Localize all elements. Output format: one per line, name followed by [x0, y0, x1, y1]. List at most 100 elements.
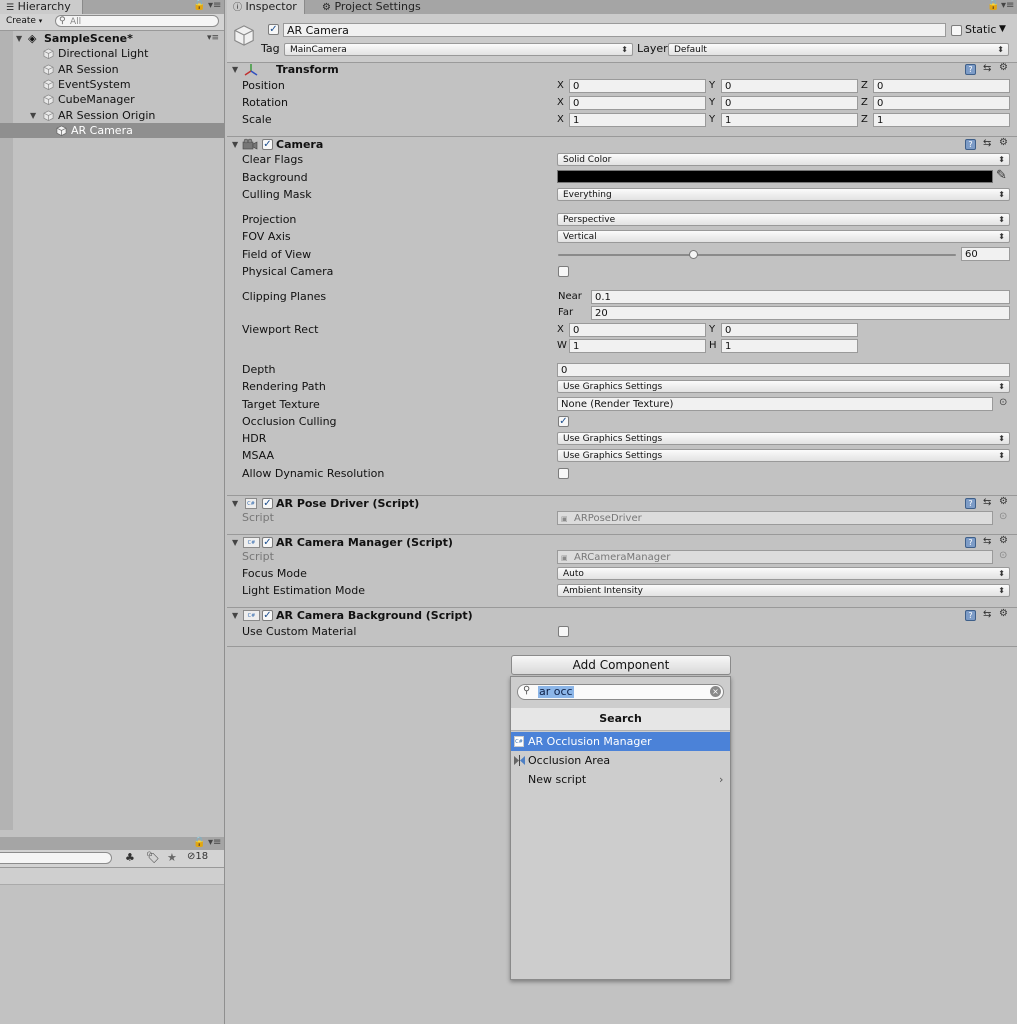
help-book-icon[interactable]: ? — [965, 139, 976, 150]
preset-sliders-icon[interactable]: ⇆ — [983, 138, 991, 149]
dynamic-resolution-checkbox[interactable] — [558, 468, 569, 479]
foldout-triangle-icon[interactable]: ▼ — [232, 499, 238, 508]
project-search-input[interactable] — [0, 852, 112, 864]
foldout-triangle-icon[interactable]: ▼ — [232, 538, 238, 547]
panel-menu-icon[interactable]: ▾≡ — [1001, 0, 1014, 11]
preset-sliders-icon[interactable]: ⇆ — [983, 609, 991, 620]
position-z-field[interactable]: 0 — [873, 79, 1010, 93]
label-tag-icon[interactable]: 🏷 — [146, 851, 160, 864]
component-gear-icon[interactable]: ⚙ — [999, 137, 1008, 148]
ar-pose-driver-enabled-checkbox[interactable]: ✓ — [262, 498, 273, 509]
focus-mode-dropdown[interactable]: Auto ⬍ — [557, 567, 1010, 580]
preset-sliders-icon[interactable]: ⇆ — [983, 536, 991, 547]
component-gear-icon[interactable]: ⚙ — [999, 62, 1008, 73]
tag-dropdown[interactable]: MainCamera ⬍ — [284, 43, 633, 56]
result-new-script[interactable]: New script › — [511, 770, 730, 789]
occlusion-culling-checkbox[interactable]: ✓ — [558, 416, 569, 427]
add-component-button[interactable]: Add Component — [511, 655, 731, 675]
panel-menu-icon[interactable]: ▾≡ — [208, 837, 221, 848]
physical-camera-checkbox[interactable] — [558, 266, 569, 277]
viewport-y-field[interactable]: 0 — [721, 323, 858, 337]
clear-search-icon[interactable]: × — [710, 686, 721, 697]
active-checkbox[interactable]: ✓ — [268, 24, 279, 35]
msaa-dropdown[interactable]: Use Graphics Settings ⬍ — [557, 449, 1010, 462]
layer-dropdown[interactable]: Default ⬍ — [668, 43, 1009, 56]
hierarchy-item[interactable]: CubeManager — [0, 92, 224, 107]
object-name-field[interactable]: AR Camera — [283, 23, 946, 37]
help-book-icon[interactable]: ? — [965, 498, 976, 509]
fov-slider-knob[interactable] — [689, 250, 699, 259]
static-dropdown-arrow-icon[interactable]: ▼ — [999, 24, 1006, 34]
expand-triangle-icon[interactable]: ▼ — [16, 31, 22, 46]
viewport-w-field[interactable]: 1 — [569, 339, 706, 353]
fov-slider-track[interactable] — [558, 254, 956, 256]
scale-z-field[interactable]: 1 — [873, 113, 1010, 127]
scale-y-field[interactable]: 1 — [721, 113, 858, 127]
scene-menu-icon[interactable]: ▾≡ — [207, 31, 219, 46]
rotation-y-field[interactable]: 0 — [721, 96, 858, 110]
favorite-star-icon[interactable]: ★ — [167, 851, 177, 864]
filter-by-type-icon[interactable]: ♣ — [125, 851, 135, 864]
scene-row[interactable]: ▼ ◈ SampleScene* ▾≡ — [0, 31, 224, 46]
tab-hierarchy[interactable]: ☰ Hierarchy — [0, 0, 83, 14]
panel-menu-icon[interactable]: ▾≡ — [208, 0, 221, 11]
object-picker-icon[interactable]: ⊙ — [999, 397, 1007, 408]
viewport-h-field[interactable]: 1 — [721, 339, 858, 353]
target-texture-field[interactable]: None (Render Texture) — [557, 397, 993, 411]
ar-camera-background-header[interactable]: ▼ C# ✓ AR Camera Background (Script) ? ⇆… — [227, 607, 1017, 625]
help-book-icon[interactable]: ? — [965, 610, 976, 621]
hierarchy-item[interactable]: EventSystem — [0, 77, 224, 92]
component-gear-icon[interactable]: ⚙ — [999, 496, 1008, 507]
create-button[interactable]: Create ▾ — [2, 15, 46, 28]
hierarchy-search-input[interactable]: ⚲ All — [55, 15, 219, 27]
culling-mask-dropdown[interactable]: Everything ⬍ — [557, 188, 1010, 201]
component-gear-icon[interactable]: ⚙ — [999, 608, 1008, 619]
hdr-dropdown[interactable]: Use Graphics Settings ⬍ — [557, 432, 1010, 445]
projection-dropdown[interactable]: Perspective ⬍ — [557, 213, 1010, 226]
light-estimation-dropdown[interactable]: Ambient Intensity ⬍ — [557, 584, 1010, 597]
lock-icon[interactable]: 🔒 — [193, 0, 205, 11]
position-x-field[interactable]: 0 — [569, 79, 706, 93]
position-y-field[interactable]: 0 — [721, 79, 858, 93]
tab-project-settings[interactable]: ⚙ Project Settings — [316, 0, 427, 14]
lock-icon[interactable]: 🔒 — [987, 0, 999, 11]
preset-sliders-icon[interactable]: ⇆ — [983, 63, 991, 74]
ar-camera-manager-enabled-checkbox[interactable]: ✓ — [262, 537, 273, 548]
foldout-triangle-icon[interactable]: ▼ — [232, 611, 238, 620]
hierarchy-item[interactable]: Directional Light — [0, 46, 224, 61]
scale-x-field[interactable]: 1 — [569, 113, 706, 127]
rendering-path-dropdown[interactable]: Use Graphics Settings ⬍ — [557, 380, 1010, 393]
ar-camera-background-enabled-checkbox[interactable]: ✓ — [262, 610, 273, 621]
result-ar-occlusion-manager[interactable]: C# AR Occlusion Manager — [511, 732, 730, 751]
camera-enabled-checkbox[interactable]: ✓ — [262, 139, 273, 150]
background-color-swatch[interactable] — [557, 170, 993, 183]
result-occlusion-area[interactable]: Occlusion Area — [511, 751, 730, 770]
depth-field[interactable]: 0 — [557, 363, 1010, 377]
hierarchy-item-selected[interactable]: AR Camera — [0, 123, 224, 138]
component-search-input[interactable]: ⚲ ar occ × — [517, 684, 724, 700]
far-clip-field[interactable]: 20 — [591, 306, 1010, 320]
preset-sliders-icon[interactable]: ⇆ — [983, 497, 991, 508]
camera-header[interactable]: ▼ ✓ Camera ? ⇆ ⚙ — [227, 136, 1017, 154]
clear-flags-dropdown[interactable]: Solid Color ⬍ — [557, 153, 1010, 166]
help-book-icon[interactable]: ? — [965, 64, 976, 75]
eyedropper-icon[interactable]: ✎ — [996, 168, 1007, 183]
hidden-packages-toggle[interactable]: ⊘18 — [187, 851, 208, 862]
static-checkbox[interactable] — [951, 25, 962, 36]
help-book-icon[interactable]: ? — [965, 537, 976, 548]
use-custom-material-checkbox[interactable] — [558, 626, 569, 637]
foldout-triangle-icon[interactable]: ▼ — [232, 140, 238, 149]
transform-header[interactable]: ▼ Transform ? ⇆ ⚙ — [227, 62, 1017, 79]
fov-value-field[interactable]: 60 — [961, 247, 1010, 261]
component-gear-icon[interactable]: ⚙ — [999, 535, 1008, 546]
lock-icon[interactable]: 🔒 — [193, 837, 205, 848]
fov-axis-dropdown[interactable]: Vertical ⬍ — [557, 230, 1010, 243]
hierarchy-item[interactable]: AR Session — [0, 62, 224, 77]
viewport-x-field[interactable]: 0 — [569, 323, 706, 337]
foldout-triangle-icon[interactable]: ▼ — [232, 65, 238, 74]
expand-triangle-icon[interactable]: ▼ — [30, 108, 36, 123]
near-clip-field[interactable]: 0.1 — [591, 290, 1010, 304]
tab-inspector[interactable]: ⓘ Inspector — [227, 0, 305, 14]
rotation-z-field[interactable]: 0 — [873, 96, 1010, 110]
rotation-x-field[interactable]: 0 — [569, 96, 706, 110]
